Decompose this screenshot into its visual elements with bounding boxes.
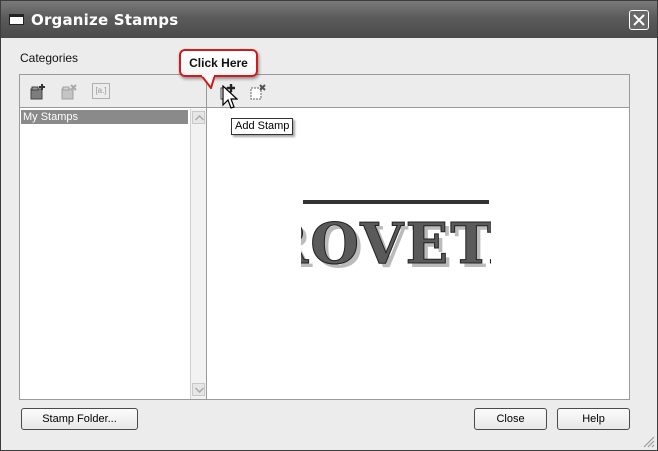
window-icon bbox=[9, 14, 24, 25]
list-item-my-stamps[interactable]: My Stamps bbox=[21, 110, 188, 124]
stamp-folder-button[interactable]: Stamp Folder... bbox=[21, 408, 138, 430]
categories-toolbar: [a.] bbox=[20, 75, 206, 108]
delete-stamp-icon[interactable] bbox=[249, 83, 267, 101]
click-here-callout: Click Here bbox=[179, 49, 258, 77]
help-button[interactable]: Help bbox=[557, 408, 630, 430]
close-icon bbox=[633, 14, 645, 26]
scroll-up-button[interactable] bbox=[192, 111, 205, 124]
stamps-toolbar bbox=[207, 75, 629, 108]
categories-pane: [a.] My Stamps bbox=[19, 74, 207, 400]
organize-stamps-dialog: Organize Stamps Categories [a.] My Stamp… bbox=[0, 0, 658, 451]
window-title: Organize Stamps bbox=[31, 11, 179, 29]
chevron-up-icon bbox=[195, 115, 204, 121]
scroll-down-button[interactable] bbox=[192, 383, 205, 396]
stamp-preview[interactable]: ROVETA ROVETA bbox=[301, 199, 491, 269]
close-window-button[interactable] bbox=[629, 10, 649, 30]
mouse-cursor-icon bbox=[222, 85, 238, 109]
stamp-text: ROVETA bbox=[301, 211, 491, 269]
resize-grip-icon[interactable] bbox=[641, 434, 655, 448]
add-stamp-tooltip: Add Stamp bbox=[231, 118, 294, 135]
category-list[interactable]: My Stamps bbox=[20, 109, 190, 399]
rename-category-icon[interactable]: [a.] bbox=[92, 83, 110, 99]
close-button[interactable]: Close bbox=[474, 408, 547, 430]
category-scrollbar[interactable] bbox=[190, 109, 206, 399]
chevron-down-icon bbox=[195, 387, 204, 393]
new-category-icon[interactable] bbox=[29, 83, 47, 101]
delete-category-icon[interactable] bbox=[60, 83, 78, 101]
title-bar[interactable]: Organize Stamps bbox=[1, 1, 657, 38]
categories-label: Categories bbox=[20, 51, 79, 65]
callout-pointer-icon bbox=[201, 75, 215, 89]
